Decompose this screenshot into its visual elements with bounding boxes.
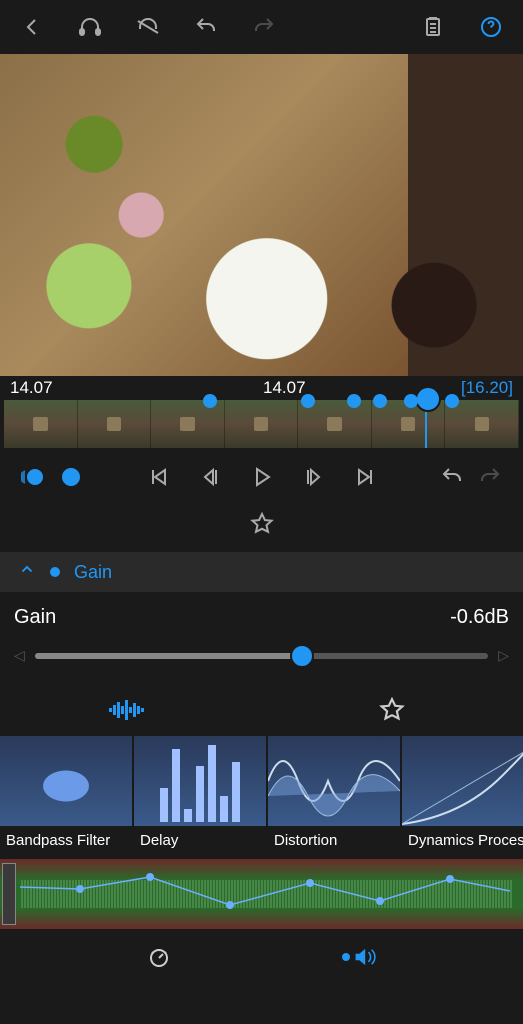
effect-label: Bandpass Filter [0, 826, 132, 859]
redo-button[interactable] [250, 13, 278, 41]
timeline-marker[interactable] [373, 394, 387, 408]
slider-knob[interactable] [290, 644, 314, 668]
goto-end-button[interactable] [351, 462, 381, 492]
timecode-in: 14.07 [10, 378, 53, 398]
timeline-marker[interactable] [404, 394, 418, 408]
slider-nudge-right[interactable]: ▷ [498, 647, 509, 664]
audio-tab[interactable] [342, 943, 378, 971]
reapply-button[interactable] [475, 462, 505, 492]
frame-forward-button[interactable] [299, 462, 329, 492]
automation-headphones-icon[interactable] [134, 13, 162, 41]
effect-label: Delay [134, 826, 266, 859]
effect-label: Dynamics Processor [402, 826, 523, 859]
keyframe-dot-icon [50, 567, 60, 577]
parameter-header[interactable]: Gain [0, 552, 523, 592]
audio-waveform-track[interactable] [0, 859, 523, 929]
undo-button[interactable] [192, 13, 220, 41]
parameter-name: Gain [14, 606, 450, 629]
effect-card-delay[interactable]: Delay [134, 736, 266, 859]
favorites-tab[interactable] [262, 690, 523, 730]
timecode-out: [16.20] [461, 378, 513, 398]
effects-browser[interactable]: Bandpass FilterDelayDistortionDynamics P… [0, 736, 523, 859]
timecode-current: 14.07 [53, 378, 461, 398]
parameter-header-label: Gain [74, 562, 112, 583]
gain-slider[interactable] [35, 653, 488, 659]
effect-card-distortion[interactable]: Distortion [268, 736, 400, 859]
frame-back-button[interactable] [195, 462, 225, 492]
effect-card-bandpass[interactable]: Bandpass Filter [0, 736, 132, 859]
reject-all-button[interactable] [18, 462, 48, 492]
headphones-icon[interactable] [76, 13, 104, 41]
play-button[interactable] [247, 462, 277, 492]
reject-button[interactable] [56, 462, 86, 492]
help-button[interactable] [477, 13, 505, 41]
playhead[interactable] [425, 390, 427, 448]
chevron-down-icon [18, 561, 36, 584]
parameter-value: -0.6dB [450, 606, 509, 629]
timeline-marker[interactable] [203, 394, 217, 408]
goto-start-button[interactable] [143, 462, 173, 492]
clipboard-button[interactable] [419, 13, 447, 41]
timeline-marker[interactable] [301, 394, 315, 408]
audio-effects-tab[interactable] [0, 690, 262, 730]
slider-nudge-left[interactable]: ◁ [14, 647, 25, 664]
favorite-button[interactable] [248, 510, 276, 538]
revert-button[interactable] [437, 462, 467, 492]
speed-tab[interactable] [145, 943, 173, 971]
filmstrip-timeline[interactable] [4, 400, 519, 448]
timeline-marker[interactable] [445, 394, 459, 408]
effect-label: Distortion [268, 826, 400, 859]
back-button[interactable] [18, 13, 46, 41]
video-preview[interactable] [0, 54, 523, 376]
effect-card-dynamics[interactable]: Dynamics Processor [402, 736, 523, 859]
